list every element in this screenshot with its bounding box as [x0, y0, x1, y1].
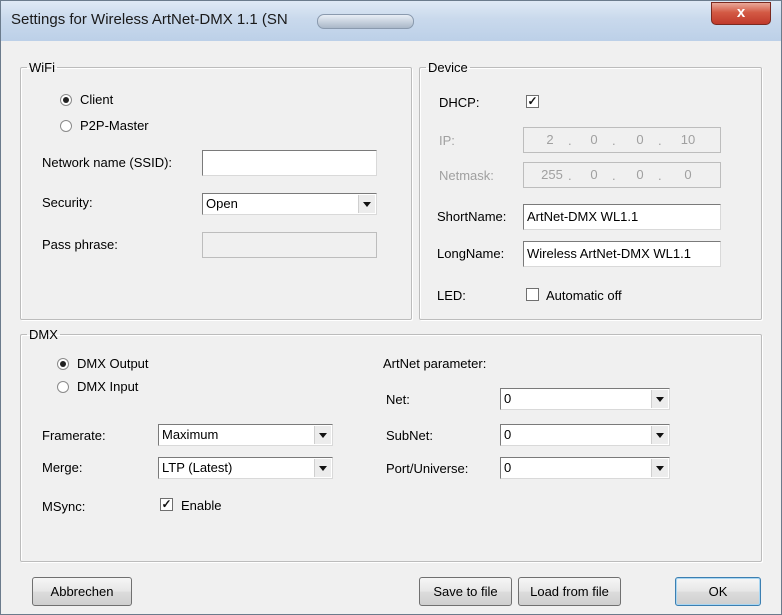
- ip-separator: .: [658, 133, 662, 148]
- device-legend: Device: [428, 60, 468, 75]
- chevron-down-icon[interactable]: [358, 195, 375, 213]
- security-label: Security:: [42, 195, 93, 210]
- passphrase-input[interactable]: [202, 232, 377, 258]
- netmask-octet-2: 0: [590, 167, 598, 182]
- ip-octet-4: 10: [680, 132, 696, 147]
- merge-dropdown[interactable]: LTP (Latest): [158, 457, 333, 479]
- ip-address-field[interactable]: 2 . 0 . 0 . 10: [523, 127, 721, 153]
- ip-octet-1: 2: [546, 132, 554, 147]
- netmask-label: Netmask:: [439, 168, 494, 183]
- serial-number-redaction: [317, 14, 414, 29]
- ip-octet-2: 0: [590, 132, 598, 147]
- ip-octet-3: 0: [636, 132, 644, 147]
- wifi-client-radio[interactable]: [60, 94, 72, 106]
- ip-separator: .: [658, 168, 662, 183]
- net-value: 0: [504, 391, 512, 406]
- title-bar[interactable]: Settings for Wireless ArtNet-DMX 1.1 (SN…: [1, 1, 781, 41]
- framerate-value: Maximum: [162, 427, 219, 442]
- merge-label: Merge:: [42, 460, 83, 475]
- shortname-input[interactable]: ArtNet-DMX WL1.1: [523, 204, 721, 230]
- wifi-p2p-master-radio[interactable]: [60, 120, 72, 132]
- chevron-down-icon[interactable]: [651, 459, 668, 477]
- wifi-p2p-master-label[interactable]: P2P-Master: [80, 118, 149, 133]
- check-icon: ✓: [527, 94, 538, 108]
- chevron-down-icon[interactable]: [651, 426, 668, 444]
- longname-input[interactable]: Wireless ArtNet-DMX WL1.1: [523, 241, 721, 267]
- led-automatic-off-label[interactable]: Automatic off: [546, 288, 622, 303]
- led-label: LED:: [437, 288, 466, 303]
- cancel-button[interactable]: Abbrechen: [32, 577, 132, 606]
- chevron-down-icon[interactable]: [651, 390, 668, 408]
- dmx-input-radio[interactable]: [57, 381, 69, 393]
- load-from-file-button[interactable]: Load from file: [518, 577, 621, 606]
- wifi-group: WiFi: [20, 60, 412, 320]
- close-icon: x: [736, 4, 746, 21]
- ip-separator: .: [568, 133, 572, 148]
- wifi-client-label[interactable]: Client: [80, 92, 113, 107]
- dmx-output-label[interactable]: DMX Output: [77, 356, 149, 371]
- net-dropdown[interactable]: 0: [500, 388, 670, 410]
- subnet-value: 0: [504, 427, 512, 442]
- close-button[interactable]: x: [711, 2, 771, 25]
- settings-dialog: Settings for Wireless ArtNet-DMX 1.1 (SN…: [0, 0, 782, 615]
- security-value: Open: [206, 196, 238, 211]
- net-label: Net:: [386, 392, 410, 407]
- led-automatic-off-checkbox[interactable]: [526, 288, 539, 301]
- chevron-down-icon[interactable]: [314, 459, 331, 477]
- netmask-octet-4: 0: [684, 167, 692, 182]
- framerate-label: Framerate:: [42, 428, 106, 443]
- netmask-field[interactable]: 255 . 0 . 0 . 0: [523, 162, 721, 188]
- merge-value: LTP (Latest): [162, 460, 233, 475]
- netmask-octet-3: 0: [636, 167, 644, 182]
- security-dropdown[interactable]: Open: [202, 193, 377, 215]
- dhcp-label: DHCP:: [439, 95, 480, 110]
- dmx-output-radio[interactable]: [57, 358, 69, 370]
- ip-label: IP:: [439, 133, 455, 148]
- ip-separator: .: [568, 168, 572, 183]
- dialog-body: WiFi Client P2P-Master Network name (SSI…: [10, 42, 773, 608]
- msync-label: MSync:: [42, 499, 86, 514]
- window-title: Settings for Wireless ArtNet-DMX 1.1 (SN: [11, 11, 288, 28]
- port-universe-label: Port/Universe:: [386, 461, 469, 476]
- check-icon: ✓: [161, 497, 172, 511]
- msync-enable-checkbox[interactable]: ✓: [160, 498, 173, 511]
- framerate-dropdown[interactable]: Maximum: [158, 424, 333, 446]
- save-to-file-button[interactable]: Save to file: [419, 577, 512, 606]
- netmask-octet-1: 255: [541, 167, 563, 182]
- msync-enable-label[interactable]: Enable: [181, 498, 221, 513]
- dhcp-checkbox[interactable]: ✓: [526, 95, 539, 108]
- subnet-label: SubNet:: [386, 428, 433, 443]
- dmx-input-label[interactable]: DMX Input: [77, 379, 138, 394]
- longname-label: LongName:: [437, 246, 505, 261]
- ssid-input[interactable]: [202, 150, 377, 176]
- port-universe-dropdown[interactable]: 0: [500, 457, 670, 479]
- ip-separator: .: [612, 168, 616, 183]
- dmx-legend: DMX: [29, 327, 58, 342]
- passphrase-label: Pass phrase:: [42, 237, 118, 252]
- shortname-label: ShortName:: [437, 209, 507, 224]
- subnet-dropdown[interactable]: 0: [500, 424, 670, 446]
- ok-button[interactable]: OK: [675, 577, 761, 606]
- ip-separator: .: [612, 133, 616, 148]
- artnet-parameter-label: ArtNet parameter:: [383, 356, 487, 371]
- wifi-legend: WiFi: [29, 60, 55, 75]
- chevron-down-icon[interactable]: [314, 426, 331, 444]
- port-universe-value: 0: [504, 460, 512, 475]
- ssid-label: Network name (SSID):: [42, 155, 173, 170]
